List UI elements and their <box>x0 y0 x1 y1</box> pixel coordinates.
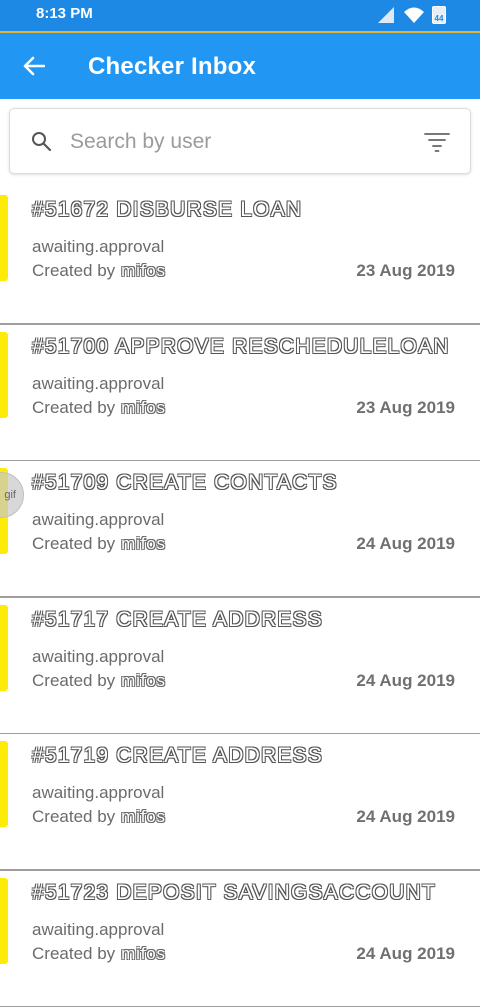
status-accent-bar <box>0 605 8 691</box>
item-user: mifos <box>121 398 166 417</box>
wifi-icon <box>404 7 424 23</box>
item-title: #51709 CREATE CONTACTS <box>32 471 338 495</box>
item-status: awaiting.approval <box>32 237 164 257</box>
item-user: mifos <box>121 671 166 690</box>
list-item[interactable]: #51719 CREATE ADDRESS awaiting.approval … <box>0 734 480 871</box>
created-label: Created by <box>32 671 115 690</box>
item-title: #51723 DEPOSIT SAVINGSACCOUNT <box>32 881 436 905</box>
status-accent-bar <box>0 741 8 827</box>
status-time: 8:13 PM <box>36 5 93 22</box>
status-accent-bar <box>0 332 8 418</box>
battery-icon: 44 <box>432 6 446 24</box>
back-button[interactable] <box>18 50 50 82</box>
item-user: mifos <box>121 944 166 963</box>
gif-badge-label: gif <box>4 489 16 501</box>
item-date: 24 Aug 2019 <box>356 534 455 554</box>
list-item[interactable]: #51717 CREATE ADDRESS awaiting.approval … <box>0 598 480 735</box>
signal-icon <box>378 7 396 23</box>
item-status: awaiting.approval <box>32 374 164 394</box>
created-label: Created by <box>32 261 115 280</box>
list-item[interactable]: #51700 APPROVE RESCHEDULELOAN awaiting.a… <box>0 325 480 462</box>
item-title: #51719 CREATE ADDRESS <box>32 744 323 768</box>
created-label: Created by <box>32 398 115 417</box>
search-input[interactable] <box>70 125 400 159</box>
item-date: 24 Aug 2019 <box>356 807 455 827</box>
created-label: Created by <box>32 807 115 826</box>
arrow-left-icon <box>23 56 45 76</box>
item-created-by: Created by mifos <box>32 944 166 964</box>
item-date: 23 Aug 2019 <box>356 398 455 418</box>
checker-list: #51672 DISBURSE LOAN awaiting.approval C… <box>0 188 480 1007</box>
item-created-by: Created by mifos <box>32 261 166 281</box>
item-title: #51717 CREATE ADDRESS <box>32 608 323 632</box>
item-status: awaiting.approval <box>32 647 164 667</box>
app-bar: Checker Inbox <box>0 33 480 99</box>
item-created-by: Created by mifos <box>32 534 166 554</box>
filter-icon[interactable] <box>424 131 450 153</box>
page-title: Checker Inbox <box>88 53 256 81</box>
item-status: awaiting.approval <box>32 920 164 940</box>
item-title: #51672 DISBURSE LOAN <box>32 198 302 222</box>
item-created-by: Created by mifos <box>32 671 166 691</box>
status-accent-bar <box>0 195 8 281</box>
list-item[interactable]: #51723 DEPOSIT SAVINGSACCOUNT awaiting.a… <box>0 871 480 1007</box>
search-box[interactable] <box>9 108 471 174</box>
item-status: awaiting.approval <box>32 783 164 803</box>
item-created-by: Created by mifos <box>32 398 166 418</box>
list-item[interactable]: #51672 DISBURSE LOAN awaiting.approval C… <box>0 188 480 325</box>
item-status: awaiting.approval <box>32 510 164 530</box>
item-title: #51700 APPROVE RESCHEDULELOAN <box>32 335 450 359</box>
created-label: Created by <box>32 534 115 553</box>
status-accent-bar <box>0 878 8 964</box>
item-user: mifos <box>121 534 166 553</box>
item-date: 23 Aug 2019 <box>356 261 455 281</box>
item-created-by: Created by mifos <box>32 807 166 827</box>
search-icon <box>30 130 54 154</box>
item-user: mifos <box>121 807 166 826</box>
created-label: Created by <box>32 944 115 963</box>
item-user: mifos <box>121 261 166 280</box>
item-date: 24 Aug 2019 <box>356 671 455 691</box>
battery-level: 44 <box>435 14 444 23</box>
status-bar: 8:13 PM 44 <box>0 0 480 32</box>
list-item[interactable]: #51709 CREATE CONTACTS awaiting.approval… <box>0 461 480 598</box>
status-icons: 44 <box>378 5 446 25</box>
item-date: 24 Aug 2019 <box>356 944 455 964</box>
